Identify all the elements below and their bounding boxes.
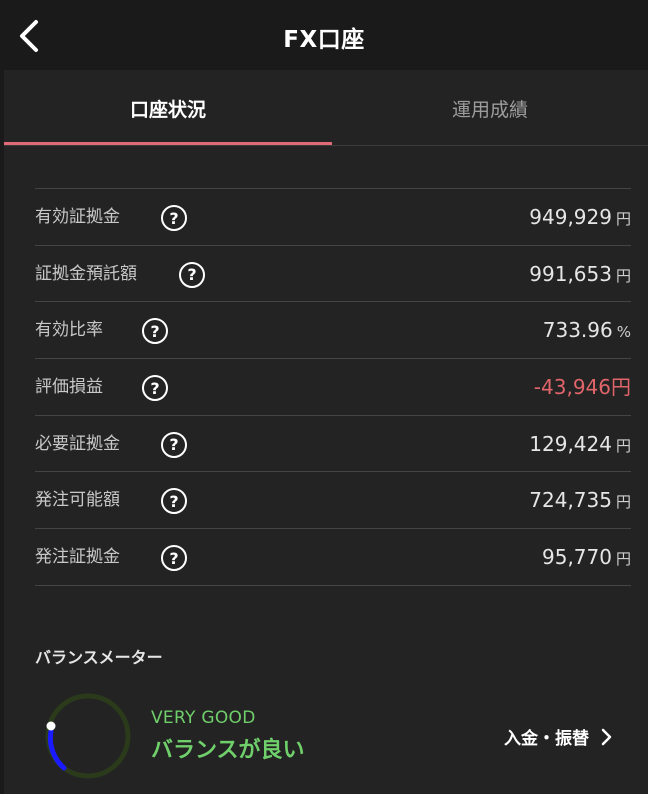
balance-meter-title: バランスメーター	[35, 648, 163, 667]
page-title: FX口座	[283, 27, 365, 53]
row-value: 949,929 円	[529, 189, 631, 245]
row-orderable-amount: 発注可能額 ? 724,735 円	[35, 472, 631, 530]
balance-status-jp: バランスが良い	[151, 738, 305, 763]
row-label: 評価損益	[35, 377, 103, 398]
value-unit: 円	[615, 493, 631, 512]
value-unit: %	[616, 323, 631, 342]
value-number: -43,946	[533, 375, 611, 400]
value-number: 129,424	[529, 431, 612, 456]
row-unrealized-pl: 評価損益 ? -43,946円	[35, 359, 631, 416]
tab-bar: 口座状況 運用成績	[4, 70, 648, 146]
value-unit: 円	[615, 210, 631, 228]
row-value: 733.96%	[543, 302, 631, 358]
row-label: 有効証拠金	[35, 207, 120, 227]
question-circle-icon[interactable]: ?	[161, 431, 187, 458]
question-circle-icon[interactable]: ?	[142, 375, 168, 402]
value-number: 95,770	[542, 545, 612, 570]
row-value: 724,735 円	[529, 472, 631, 528]
row-value: 129,424 円	[529, 416, 631, 472]
tab-performance[interactable]: 運用成績	[332, 70, 648, 146]
account-panel: 口座状況 運用成績 有効証拠金 ? 949,929 円 証拠金預託額 ? 991,…	[4, 70, 648, 794]
row-label: 有効比率	[35, 320, 103, 341]
value-number: 724,735	[529, 488, 612, 513]
value-unit: 円	[615, 266, 631, 285]
row-label: 発注可能額	[35, 490, 120, 511]
row-effective-ratio: 有効比率 ? 733.96%	[35, 302, 631, 360]
question-circle-icon[interactable]: ?	[161, 545, 187, 572]
question-circle-icon[interactable]: ?	[161, 488, 187, 515]
value-unit: 円	[611, 375, 631, 400]
row-value: -43,946円	[534, 359, 631, 415]
row-required-margin: 必要証拠金 ? 129,424 円	[35, 416, 631, 473]
row-value: 95,770 円	[542, 529, 631, 585]
chevron-right-icon	[601, 728, 612, 745]
row-label: 証拠金預託額	[35, 263, 137, 284]
row-effective-margin: 有効証拠金 ? 949,929 円	[35, 189, 631, 246]
active-tab-indicator	[4, 142, 332, 145]
question-circle-icon[interactable]: ?	[161, 205, 187, 231]
question-circle-icon[interactable]: ?	[179, 261, 205, 288]
header: FX口座	[0, 0, 648, 70]
meter-indicator	[46, 721, 56, 731]
row-label: 必要証拠金	[35, 433, 120, 454]
value-unit: 円	[615, 550, 631, 569]
deposit-transfer-link[interactable]: 入金・振替	[504, 724, 613, 749]
deposit-transfer-label: 入金・振替	[504, 729, 589, 749]
row-label: 発注証拠金	[35, 547, 120, 568]
account-status-list: 有効証拠金 ? 949,929 円 証拠金預託額 ? 991,653 円 有効比率 …	[35, 188, 631, 586]
value-number: 733.96	[542, 318, 613, 343]
row-margin-deposit: 証拠金預託額 ? 991,653 円	[35, 246, 631, 303]
question-circle-icon[interactable]: ?	[142, 318, 168, 345]
balance-status-en: VERY GOOD	[151, 708, 256, 728]
value-unit: 円	[615, 436, 631, 455]
value-number: 949,929	[529, 205, 612, 229]
row-value: 991,653 円	[529, 246, 631, 302]
value-number: 991,653	[529, 261, 612, 286]
balance-meter-gauge	[45, 693, 131, 779]
row-order-margin: 発注証拠金 ? 95,770 円	[35, 529, 631, 586]
tab-account-status[interactable]: 口座状況	[4, 70, 332, 146]
